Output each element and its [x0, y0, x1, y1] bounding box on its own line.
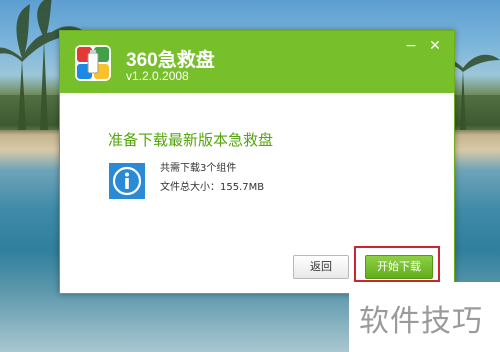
- info-icon: [109, 163, 145, 199]
- app-version: v1.2.0.2008: [126, 69, 189, 83]
- watermark-text: 软件技巧: [359, 304, 483, 339]
- title-bar: 360急救盘 v1.2.0.2008 − ✕: [60, 31, 454, 93]
- app-logo-icon: [75, 45, 111, 81]
- start-download-button[interactable]: 开始下载: [365, 255, 433, 279]
- dialog-heading: 准备下载最新版本急救盘: [108, 131, 274, 149]
- app-title: 360急救盘: [126, 50, 215, 71]
- close-button[interactable]: ✕: [428, 39, 442, 53]
- components-count-text: 共需下载3个组件: [160, 163, 237, 174]
- rescue-disk-dialog: 360急救盘 v1.2.0.2008 − ✕ 准备下载最新版本急救盘 共需下载3…: [59, 30, 455, 294]
- minimize-button[interactable]: −: [404, 39, 418, 53]
- total-size-text: 文件总大小：155.7MB: [160, 182, 265, 193]
- back-button[interactable]: 返回: [293, 255, 349, 279]
- watermark: 软件技巧: [349, 282, 500, 352]
